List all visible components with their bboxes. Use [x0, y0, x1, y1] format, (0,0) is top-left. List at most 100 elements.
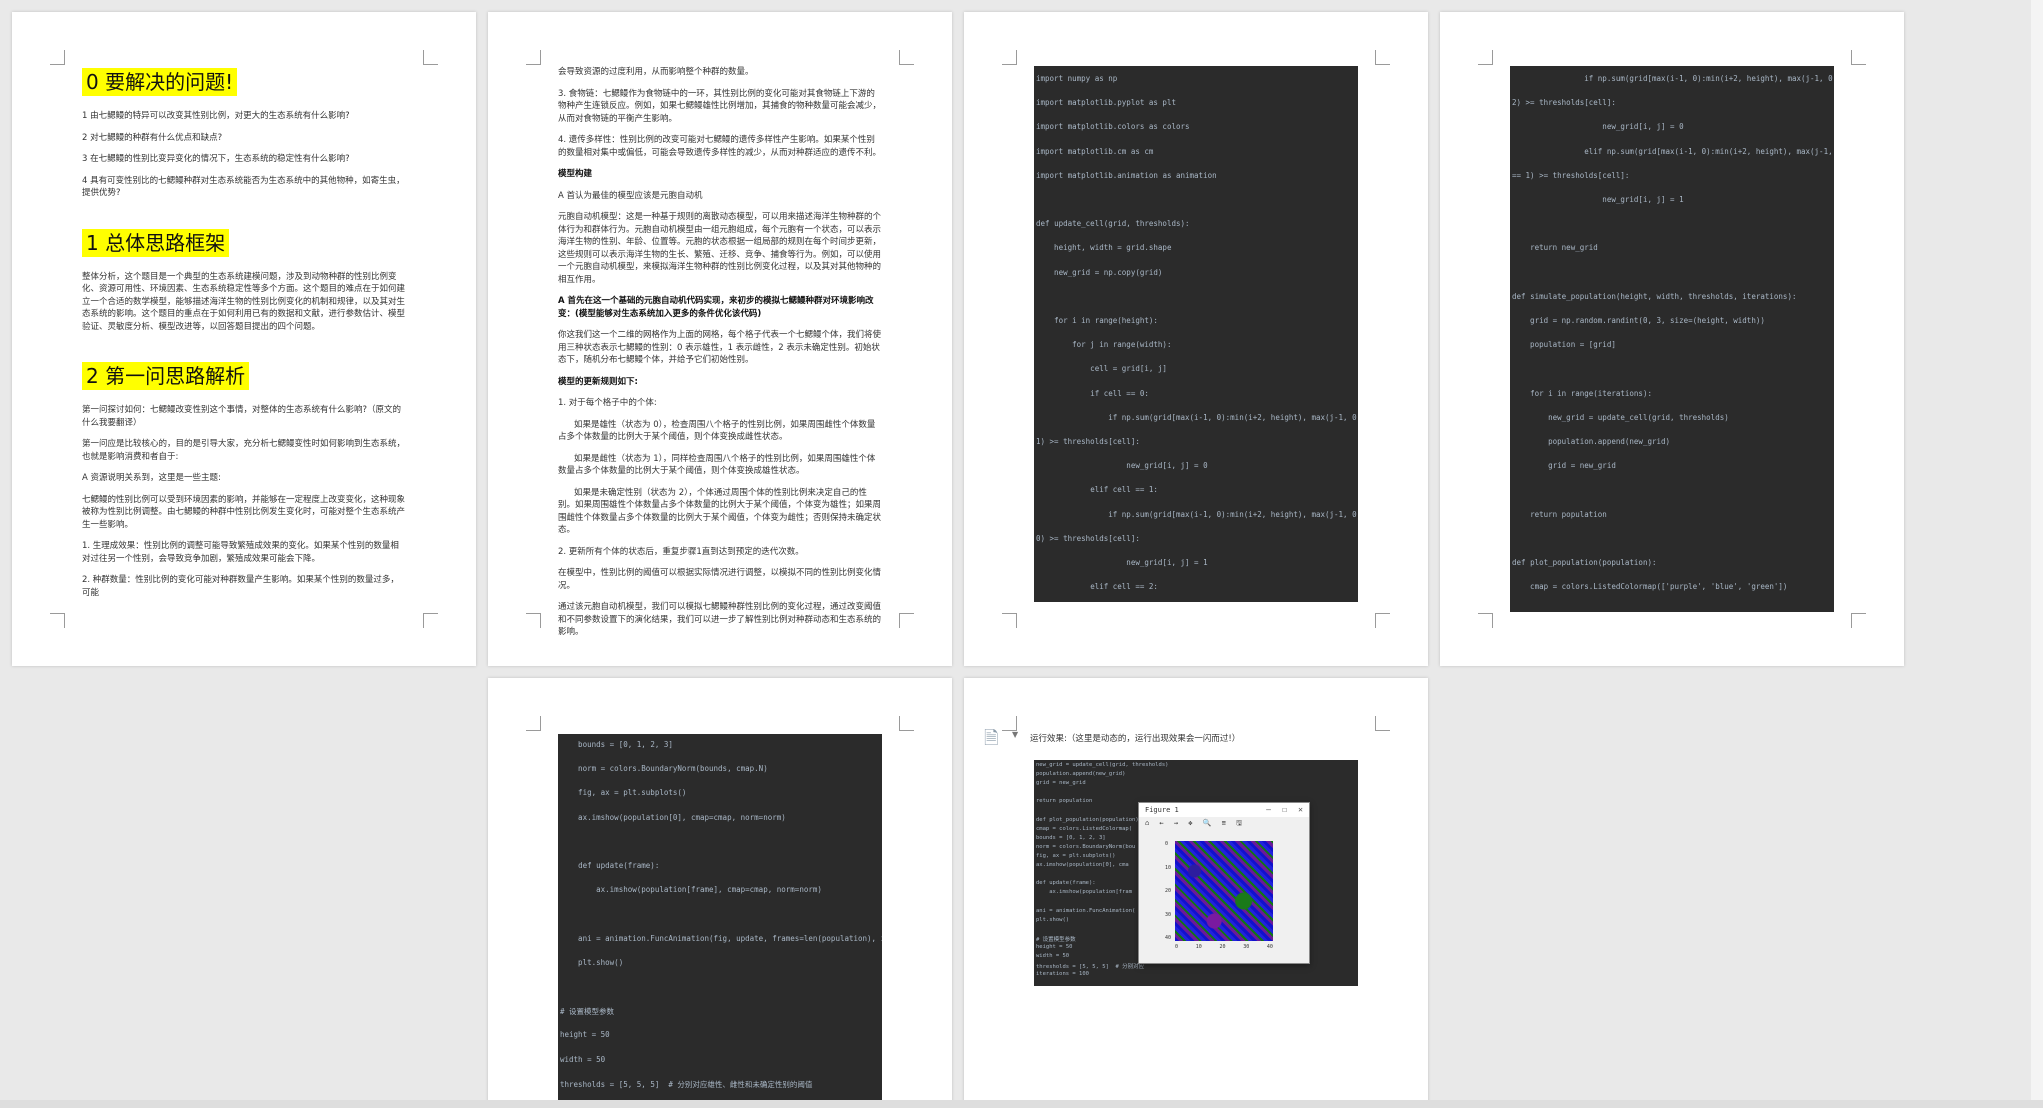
code-block-screenshot: if np.sum(grid[max(i-1, 0):min(i+2, heig… — [1510, 66, 1834, 612]
code-line: cmap = colors.ListedColormap(['purple', … — [1512, 582, 1788, 592]
crop-mark — [1478, 613, 1493, 628]
code-line: 0) >= thresholds[cell]: — [1036, 533, 1140, 543]
code-line: ax.imshow(population[fram — [1036, 889, 1133, 896]
code-line: new_grid = np.copy(grid) — [1036, 267, 1163, 277]
crop-mark — [899, 613, 914, 628]
code-line: fig, ax = plt.subplots() — [1036, 853, 1116, 859]
code-line: ax.imshow(population[frame], cmap=cmap, … — [560, 885, 822, 895]
crop-mark — [1375, 613, 1390, 628]
code-line: width = 50 — [560, 1054, 606, 1064]
crop-mark — [1002, 613, 1017, 628]
y-tick: 20 — [1165, 888, 1172, 894]
analysis-paragraph: 第一问探讨如何：七鳃鳗改变性别这个事情，对整体的生态系统有什么影响?（原文的什么… — [82, 405, 402, 428]
code-line: norm = colors.BoundaryNorm(bou — [1036, 843, 1136, 850]
analysis-paragraph: 1. 生理成效果：性别比例的调整可能导致繁殖成效果的变化。如果某个性别的数量相对… — [82, 541, 399, 564]
code-line: import matplotlib.pyplot as plt — [1036, 98, 1176, 108]
minimize-button[interactable]: — — [1266, 803, 1271, 817]
body-paragraph: 会导致资源的过度利用，从而影响整个种群的数量。 — [558, 67, 754, 77]
rule-item: 如果是雄性（状态为 0），检查周围八个格子的性别比例，如果周围雌性个体数量占多个… — [558, 419, 876, 443]
code-line: norm = colors.BoundaryNorm(bounds, cmap.… — [560, 764, 768, 774]
crop-mark — [423, 613, 438, 628]
code-line: return new_grid — [1530, 243, 1598, 253]
analysis-paragraph: 七鳃鳗的性别比例可以受到环境因素的影响，并能够在一定程度上改变变化，这种现象被称… — [82, 494, 406, 530]
code-line: def update(frame): — [1036, 880, 1096, 887]
code-line: import numpy as np — [1036, 74, 1118, 83]
code-line: elif np.sum(grid[max(i-1, 0):min(i+2, he… — [1584, 146, 1833, 156]
subheading: 模型的更新规则如下: — [558, 376, 638, 387]
document-page-5: bounds = [0, 1, 2, 3] norm = colors.Boun… — [488, 678, 952, 1108]
code-line: thresholds = [5, 5, 5] # 分别对应雄性、雌性和未确定性别… — [560, 1079, 813, 1089]
y-tick: 0 — [1165, 841, 1169, 847]
code-line: def update(frame): — [578, 861, 660, 870]
code-line: cmap = colors.ListedColormap( — [1036, 825, 1133, 832]
crop-mark — [526, 50, 541, 65]
crop-mark — [1851, 613, 1866, 628]
x-tick: 40 — [1266, 944, 1273, 950]
document-icon[interactable]: 🗎 — [984, 726, 998, 756]
rule-item: 如果是未确定性别（状态为 2），个体通过周围个体的性别比例来决定自己的性别。如果… — [558, 487, 882, 536]
analysis-paragraph: 第一问应是比较核心的，目的是引导大家，充分析七鳃鳗变性时如何影响到生态系统，也就… — [82, 439, 406, 462]
framework-paragraph: 整体分析，这个题目是一个典型的生态系统建模问题，涉及到动物种群的性别比例变化、资… — [82, 271, 406, 332]
code-line: ani = animation.FuncAnimation( — [1036, 907, 1136, 914]
bold-paragraph: A 首先在这一个基础的元胞自动机代码实现，来初步的模拟七鳃鳗种群对环境影响改变：… — [558, 296, 874, 319]
code-line: import matplotlib.colors as colors — [1036, 122, 1190, 132]
code-line: population = [grid] — [1512, 340, 1616, 350]
code-line: new_grid[i, j] = 1 — [1512, 195, 1684, 204]
body-paragraph: 你这我们这一个二维的网格作为上面的网格，每个格子代表一个七鳃鳗个体，我们将使用三… — [558, 330, 882, 365]
code-line: height = 50 — [560, 1030, 610, 1040]
section-heading: 1 总体思路框架 — [82, 228, 230, 257]
figure-toolbar[interactable]: ⌂ ← → ✥ 🔍 ≡ 🖫 — [1139, 817, 1309, 829]
plot-x-ticks: 0 10 20 30 40 — [1175, 944, 1273, 950]
chevron-down-icon[interactable]: ▼ — [1012, 730, 1018, 739]
question-item: 1 由七鳃鳗的特异可以改变其性别比例，对更大的生态系统有什么影响? — [82, 111, 350, 121]
code-line: ani = animation.FuncAnimation(fig, updat… — [578, 933, 882, 943]
code-line: if cell == 0: — [1090, 388, 1149, 398]
section-heading: 2 第一问思路解析 — [82, 362, 250, 390]
status-bar — [0, 1100, 2043, 1108]
code-line: new_grid = update_cell(grid, thresholds) — [1512, 412, 1729, 422]
x-tick: 0 — [1175, 944, 1179, 950]
code-line: if np.sum(grid[max(i-1, 0):min(i+2, heig… — [1584, 74, 1834, 83]
code-line: import matplotlib.animation as animation — [1036, 170, 1217, 180]
code-line: import matplotlib.cm as cm — [1036, 146, 1154, 156]
code-line: elif cell == 1: — [1090, 485, 1158, 495]
crop-mark — [899, 50, 914, 65]
vertical-scrollbar[interactable] — [2031, 0, 2043, 1108]
code-line: height = 50 — [1036, 944, 1073, 950]
code-line: thresholds = [5, 5, 5] # 分别对应 — [1036, 964, 1145, 971]
crop-mark — [1851, 50, 1866, 65]
code-line: cell = grid[i, j] — [1036, 364, 1167, 374]
run-result-screenshot: new_grid = update_cell(grid, thresholds)… — [1034, 760, 1358, 986]
code-line: new_grid[i, j] = 1 — [1036, 558, 1208, 567]
code-line: ax.imshow(population[0], cmap=cmap, norm… — [560, 812, 786, 822]
population-heatmap — [1175, 841, 1273, 941]
maximize-button[interactable]: ☐ — [1282, 803, 1287, 817]
code-line: # 设置模型参数 — [1036, 936, 1076, 943]
close-button[interactable]: ✕ — [1298, 803, 1303, 817]
code-line: def simulate_population(height, width, t… — [1512, 291, 1797, 301]
code-line: def plot_population(population): — [1036, 816, 1142, 823]
code-block-screenshot: bounds = [0, 1, 2, 3] norm = colors.Boun… — [558, 734, 882, 1108]
document-page-2: 会导致资源的过度利用，从而影响整个种群的数量。 3. 食物链：七鳃鳗作为食物链中… — [488, 12, 952, 666]
crop-mark — [1375, 50, 1390, 65]
crop-mark — [899, 716, 914, 731]
body-paragraph: 通过该元胞自动机模型，我们可以模拟七鳃鳗种群性别比例的变化过程，通过改变阈值和不… — [558, 602, 882, 637]
code-line: plt.show() — [1036, 916, 1070, 923]
code-line: iterations = 100 — [1036, 971, 1089, 978]
code-line: 1) >= thresholds[cell]: — [1036, 437, 1140, 446]
crop-mark — [423, 50, 438, 65]
question-item: 3 在七鳃鳗的性别比变异变化的情况下，生态系统的稳定性有什么影响? — [82, 154, 350, 164]
x-tick: 20 — [1219, 944, 1226, 950]
crop-mark — [50, 50, 65, 65]
question-item: 2 对七鳃鳗的种群有什么优点和缺点? — [82, 132, 223, 143]
y-tick: 10 — [1165, 864, 1172, 871]
crop-mark — [526, 613, 541, 628]
crop-mark — [1375, 716, 1390, 731]
document-page-6: 🗎 ▼ 运行效果:（这里是动态的，运行出现效果会一闪而过!） new_grid … — [964, 678, 1428, 1108]
crop-mark — [1478, 50, 1493, 65]
y-tick: 40 — [1165, 935, 1172, 941]
code-line: return population — [1530, 509, 1607, 519]
code-line: fig, ax = plt.subplots() — [560, 788, 687, 798]
body-paragraph: 在模型中，性别比例的阈值可以根据实际情况进行调整，以模拟不同的性别比例变化情况。 — [558, 568, 882, 591]
code-line: ax.imshow(population[0], cma — [1036, 862, 1129, 869]
